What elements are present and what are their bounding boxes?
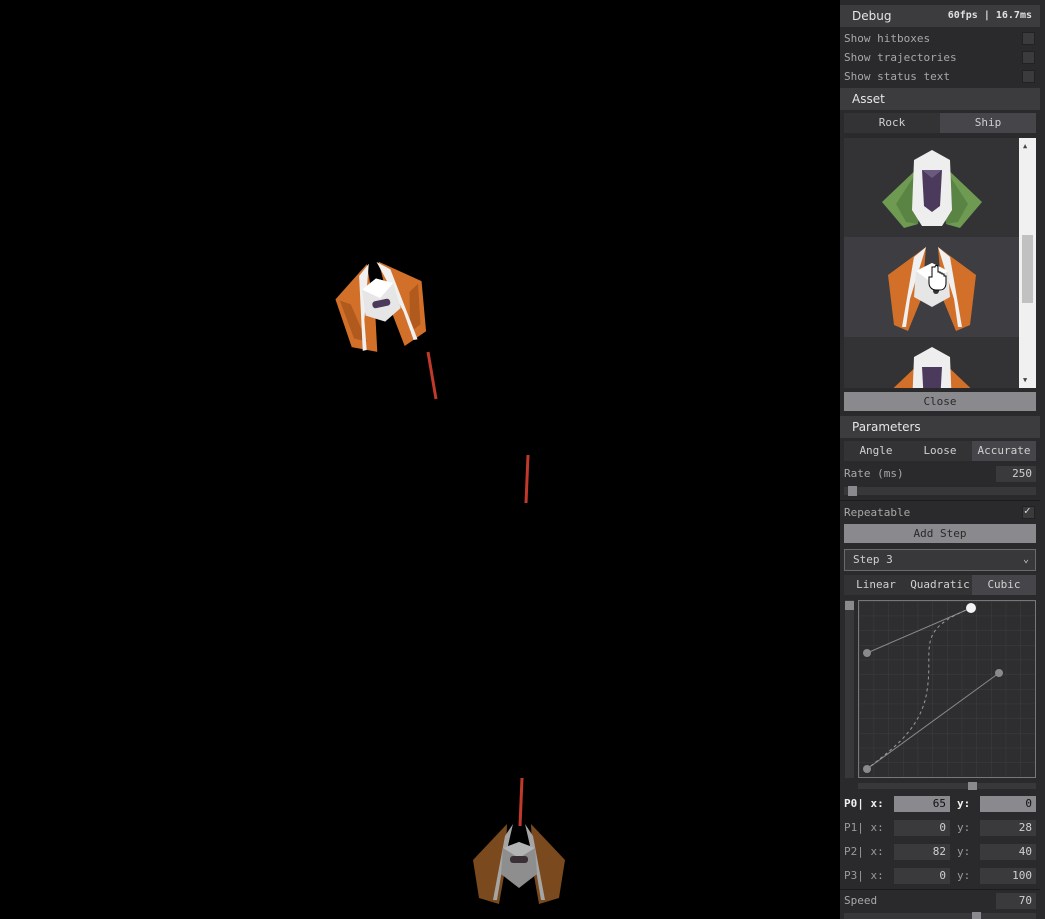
p0-y-label: y: bbox=[957, 797, 971, 810]
green-ship-icon bbox=[882, 150, 982, 228]
p3-x-label: P3| x: bbox=[844, 869, 884, 882]
tab-accurate[interactable]: Accurate bbox=[972, 441, 1036, 461]
rate-input[interactable]: 250 bbox=[996, 466, 1036, 482]
p0-x-label: P0| x: bbox=[844, 797, 884, 810]
asset-header[interactable]: Asset bbox=[840, 88, 1040, 110]
rate-slider-knob[interactable] bbox=[848, 486, 857, 496]
parameters-title: Parameters bbox=[852, 420, 921, 434]
scroll-up-arrow-icon[interactable]: ▲ bbox=[1023, 142, 1027, 150]
orange-ship-icon bbox=[893, 347, 971, 388]
divider bbox=[840, 500, 1040, 501]
orange-ship-icon bbox=[888, 247, 976, 331]
p2-x-label: P2| x: bbox=[844, 845, 884, 858]
scroll-down-arrow-icon[interactable]: ▼ bbox=[1023, 376, 1027, 384]
curve-vertical-slider[interactable] bbox=[845, 600, 854, 778]
laser-shot bbox=[524, 454, 530, 504]
control-point-p3 bbox=[863, 765, 871, 773]
tab-loose[interactable]: Loose bbox=[908, 441, 972, 461]
show-hitboxes-checkbox[interactable] bbox=[1022, 32, 1035, 45]
mode-tabs: Angle Loose Accurate bbox=[844, 441, 1036, 461]
tab-quadratic[interactable]: Quadratic bbox=[908, 575, 972, 595]
p1-y-label: y: bbox=[957, 821, 971, 834]
show-trajectories-label: Show trajectories bbox=[844, 51, 957, 64]
asset-item-orange-ship[interactable] bbox=[844, 237, 1019, 337]
speed-slider[interactable] bbox=[844, 912, 1036, 919]
laser-shot bbox=[426, 351, 438, 400]
add-step-button[interactable]: Add Step bbox=[844, 524, 1036, 543]
tab-rock[interactable]: Rock bbox=[844, 113, 940, 133]
p3-x-input[interactable]: 0 bbox=[894, 868, 950, 884]
p0-y-input[interactable]: 0 bbox=[980, 796, 1036, 812]
show-status-text-label: Show status text bbox=[844, 70, 950, 83]
p0-x-input[interactable]: 65 bbox=[894, 796, 950, 812]
step-select[interactable]: Step 3 ⌄ bbox=[844, 549, 1036, 571]
asset-item-orange-ship-2[interactable] bbox=[844, 337, 1019, 388]
chevron-down-icon: ⌄ bbox=[1022, 554, 1029, 565]
bezier-editor[interactable] bbox=[858, 600, 1036, 778]
laser-shot bbox=[518, 777, 524, 827]
p2-x-input[interactable]: 82 bbox=[894, 844, 950, 860]
asset-title: Asset bbox=[852, 92, 885, 106]
step-select-value: Step 3 bbox=[853, 553, 893, 566]
p2-y-label: y: bbox=[957, 845, 971, 858]
curve-scrub-slider[interactable] bbox=[858, 782, 1036, 790]
close-button[interactable]: Close bbox=[844, 392, 1036, 411]
p1-y-input[interactable]: 28 bbox=[980, 820, 1036, 836]
debug-header[interactable]: Debug 60fps | 16.7ms bbox=[840, 5, 1040, 27]
tab-linear[interactable]: Linear bbox=[844, 575, 908, 595]
game-canvas[interactable] bbox=[0, 0, 840, 919]
p2-y-input[interactable]: 40 bbox=[980, 844, 1036, 860]
bezier-canvas[interactable] bbox=[859, 601, 1035, 777]
p3-y-input[interactable]: 100 bbox=[980, 868, 1036, 884]
speed-slider-knob[interactable] bbox=[972, 912, 981, 919]
speed-input[interactable]: 70 bbox=[996, 893, 1036, 909]
show-status-text-checkbox[interactable] bbox=[1022, 70, 1035, 83]
show-hitboxes-label: Show hitboxes bbox=[844, 32, 931, 45]
tab-angle[interactable]: Angle bbox=[844, 441, 908, 461]
show-trajectories-checkbox[interactable] bbox=[1022, 51, 1035, 64]
control-point-p1 bbox=[863, 649, 871, 657]
speed-label: Speed bbox=[844, 894, 878, 907]
p1-x-input[interactable]: 0 bbox=[894, 820, 950, 836]
divider bbox=[840, 889, 1040, 890]
control-point-p0 bbox=[966, 603, 976, 613]
curve-scrub-knob[interactable] bbox=[968, 782, 977, 790]
asset-item-green-ship[interactable] bbox=[844, 138, 1019, 238]
scrollbar-thumb[interactable] bbox=[1022, 235, 1033, 303]
game-scene bbox=[335, 261, 565, 904]
fps-readout: 60fps | 16.7ms bbox=[947, 10, 1032, 21]
player-ship bbox=[473, 824, 565, 904]
control-point-p2 bbox=[995, 669, 1003, 677]
asset-list bbox=[844, 138, 1019, 388]
rate-label: Rate (ms) bbox=[844, 467, 904, 480]
rate-slider[interactable] bbox=[844, 486, 1036, 496]
curve-tabs: Linear Quadratic Cubic bbox=[844, 575, 1036, 595]
p1-x-label: P1| x: bbox=[844, 821, 884, 834]
repeatable-label: Repeatable bbox=[844, 506, 911, 519]
asset-tabs: Rock Ship bbox=[844, 113, 1036, 133]
tab-cubic[interactable]: Cubic bbox=[972, 575, 1036, 595]
editor-panel: Debug 60fps | 16.7ms Show hitboxes Show … bbox=[840, 0, 1045, 919]
repeatable-checkbox[interactable] bbox=[1022, 504, 1035, 519]
tab-ship[interactable]: Ship bbox=[940, 113, 1036, 133]
enemy-ship bbox=[335, 261, 427, 352]
curve-vertical-slider-knob[interactable] bbox=[845, 601, 854, 610]
debug-title: Debug bbox=[852, 9, 892, 23]
asset-scrollbar[interactable]: ▲ ▼ bbox=[1019, 138, 1036, 388]
parameters-header[interactable]: Parameters bbox=[840, 416, 1040, 438]
p3-y-label: y: bbox=[957, 869, 971, 882]
